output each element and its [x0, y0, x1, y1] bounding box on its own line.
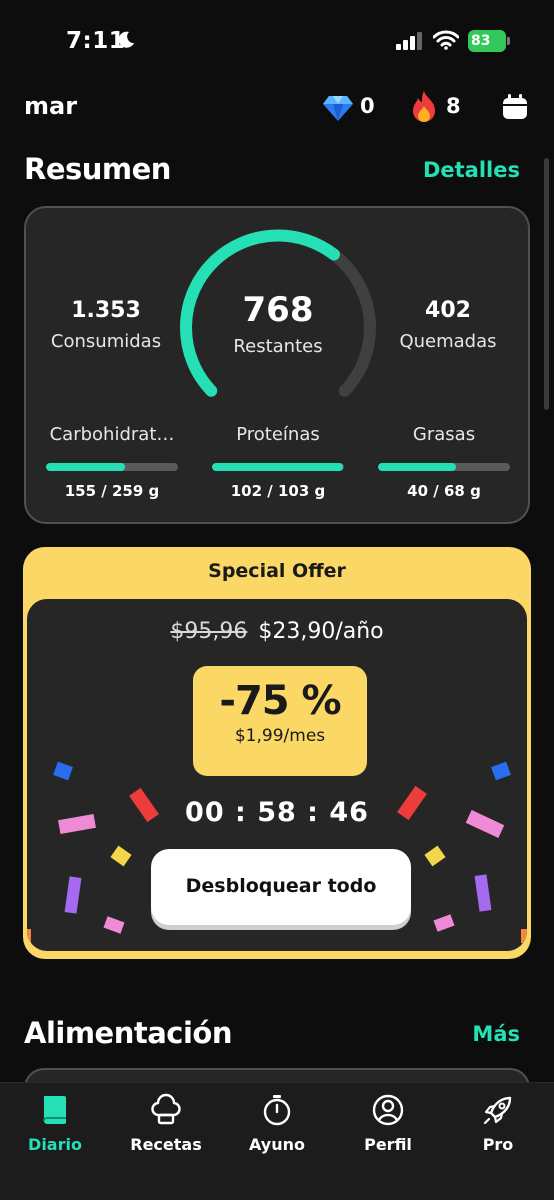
offer-panel: $95,96 $23,90/año -75 % $1,99/mes 00 : 5… [27, 599, 527, 951]
macro-fill [46, 463, 126, 471]
burned-value: 402 [425, 298, 471, 323]
tab-label: Recetas [130, 1135, 202, 1154]
macro-amount: 155 / 259 g [64, 482, 160, 500]
macro-track [212, 463, 344, 471]
remaining-stat: 768 Restantes [208, 290, 348, 357]
macro-fat: Grasas 40 / 68 g [378, 424, 510, 500]
tab-pro[interactable]: Pro [443, 1093, 553, 1154]
special-offer-card[interactable]: Special Offer $95,96 $23,90/año -75 % $1… [23, 547, 531, 959]
macro-name: Carbohidrat… [49, 424, 175, 445]
monthly-price: $1,99/mes [234, 726, 326, 746]
macro-amount: 40 / 68 g [407, 482, 481, 500]
macro-fill [212, 463, 343, 471]
macro-carbs: Carbohidrat… 155 / 259 g [46, 424, 178, 500]
burned-label: Quemadas [399, 331, 497, 352]
tab-diario[interactable]: Diario [0, 1093, 110, 1154]
discount-badge: -75 % $1,99/mes [193, 666, 367, 776]
offer-title: Special Offer [208, 560, 346, 582]
unlock-all-button[interactable]: Desbloquear todo [151, 849, 411, 925]
calendar-icon[interactable] [502, 94, 528, 120]
summary-title: Resumen [24, 152, 171, 186]
macro-track [378, 463, 510, 471]
moon-icon [118, 31, 134, 48]
tab-bar: Diario Recetas Ayuno Perfil Pro [0, 1082, 554, 1200]
macro-fill [378, 463, 456, 471]
gem-icon[interactable] [322, 94, 354, 122]
scrollbar[interactable] [544, 158, 549, 410]
macro-name: Proteínas [236, 424, 320, 445]
remaining-value: 768 [242, 290, 314, 330]
rocket-icon [483, 1096, 512, 1125]
fire-icon[interactable] [408, 90, 440, 124]
signal-icon [396, 32, 422, 50]
macro-track [46, 463, 178, 471]
tab-perfil[interactable]: Perfil [333, 1093, 443, 1154]
macro-amount: 102 / 103 g [230, 482, 326, 500]
macro-name: Grasas [412, 424, 476, 445]
stopwatch-icon [263, 1095, 291, 1126]
gem-count: 0 [360, 94, 375, 118]
top-row: mar 0 8 [0, 88, 554, 128]
tab-recetas[interactable]: Recetas [111, 1093, 221, 1154]
more-link[interactable]: Más [472, 1022, 520, 1046]
discount-value: -75 % [219, 678, 341, 724]
tab-label: Pro [482, 1135, 514, 1154]
details-link[interactable]: Detalles [423, 158, 520, 182]
tab-label: Ayuno [248, 1135, 305, 1154]
day-label[interactable]: mar [24, 92, 77, 120]
chef-hat-icon [151, 1093, 181, 1125]
battery-indicator: 83 [468, 30, 510, 52]
tab-label: Perfil [364, 1135, 412, 1154]
countdown-timer: 00 : 58 : 46 [185, 797, 369, 828]
wifi-icon [433, 30, 459, 50]
consumed-stat: 1.353 Consumidas [36, 298, 176, 352]
feed-title: Alimentación [24, 1016, 233, 1050]
burned-stat: 402 Quemadas [378, 298, 518, 352]
battery-level: 83 [468, 30, 506, 52]
book-icon [43, 1096, 66, 1124]
status-bar: 7:11 83 [0, 0, 554, 80]
streak-count: 8 [446, 94, 461, 118]
summary-card[interactable]: 1.353 Consumidas 768 Restantes 402 Quema… [24, 206, 530, 524]
new-price: $23,90/año [258, 619, 384, 644]
remaining-label: Restantes [233, 336, 323, 357]
price-row: $95,96 $23,90/año [27, 619, 527, 644]
tab-label: Diario [28, 1135, 82, 1154]
tab-ayuno[interactable]: Ayuno [222, 1093, 332, 1154]
battery-tip [507, 37, 510, 45]
macro-protein: Proteínas 102 / 103 g [212, 424, 344, 500]
consumed-label: Consumidas [50, 331, 162, 352]
profile-icon [372, 1094, 404, 1126]
consumed-value: 1.353 [71, 298, 141, 323]
old-price: $95,96 [170, 619, 248, 644]
